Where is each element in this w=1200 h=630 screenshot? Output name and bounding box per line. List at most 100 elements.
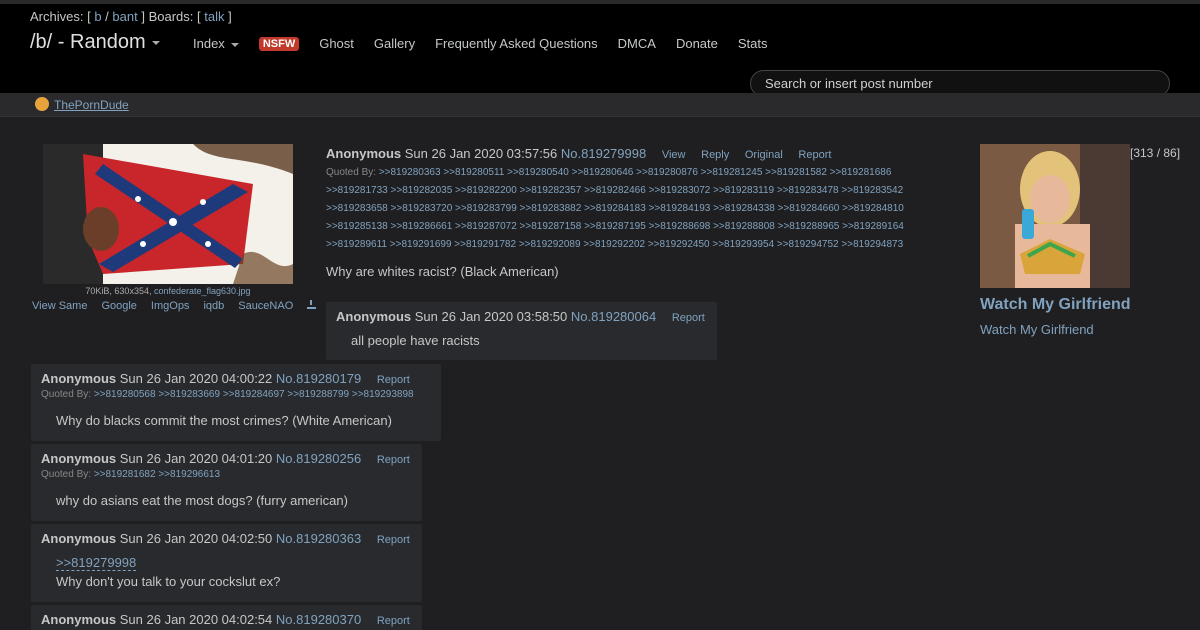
quoted-by-links[interactable]: >>819281682 >>819296613: [94, 469, 220, 480]
quoted-by-link[interactable]: >>819280511: [443, 167, 507, 178]
view-same-link[interactable]: View Same: [32, 300, 87, 312]
board-title-dropdown[interactable]: /b/ - Random: [30, 31, 160, 54]
quoted-by-link[interactable]: >>819291782: [454, 239, 519, 250]
saucenao-link[interactable]: SauceNAO: [238, 300, 293, 312]
quoted-by-links[interactable]: >>819280568 >>819283669 >>819284697 >>81…: [94, 389, 414, 400]
post-number-link[interactable]: No.819280363: [276, 531, 361, 546]
quote-link[interactable]: >>819279998: [56, 555, 137, 571]
post-date: Sun 26 Jan 2020 04:02:50: [119, 531, 273, 546]
chevron-down-icon: [230, 42, 239, 47]
quoted-by-link[interactable]: >>819291699: [390, 239, 455, 250]
post-number-link[interactable]: No.819280064: [571, 309, 656, 324]
nsfw-badge: NSFW: [258, 36, 300, 51]
quoted-by-link[interactable]: >>819283720: [391, 203, 456, 214]
quoted-by-link[interactable]: >>819294873: [841, 239, 903, 250]
poster-name: Anonymous: [41, 371, 117, 386]
quoted-by: Quoted By: >>819280568 >>819283669 >>819…: [41, 389, 414, 400]
report-button[interactable]: Report: [377, 454, 410, 466]
ad-image[interactable]: [980, 144, 1130, 288]
quoted-by-link[interactable]: >>819285138: [326, 221, 391, 232]
google-link[interactable]: Google: [101, 300, 136, 312]
board-link-talk[interactable]: talk: [204, 9, 224, 24]
quoted-by-link[interactable]: >>819288965: [778, 221, 843, 232]
quoted-by-link[interactable]: >>819286661: [391, 221, 456, 232]
quoted-by-link[interactable]: >>819284660: [778, 203, 843, 214]
quoted-by-link[interactable]: >>819288698: [649, 221, 714, 232]
report-button[interactable]: Report: [798, 149, 831, 161]
report-button[interactable]: Report: [377, 534, 410, 546]
imgops-link[interactable]: ImgOps: [151, 300, 190, 312]
nav-gallery[interactable]: Gallery: [374, 36, 415, 51]
nav-faq[interactable]: Frequently Asked Questions: [435, 36, 598, 51]
post-date: Sun 26 Jan 2020 03:57:56: [404, 146, 558, 161]
op-post-header: Anonymous Sun 26 Jan 2020 03:57:56 No.81…: [326, 146, 831, 161]
view-button[interactable]: View: [662, 149, 686, 161]
top-navbar: Archives: [ b / bant ] Boards: [ talk ] …: [0, 0, 1200, 97]
post-date: Sun 26 Jan 2020 04:00:22: [119, 371, 273, 386]
report-button[interactable]: Report: [377, 374, 410, 386]
quoted-by-link[interactable]: >>819292450: [648, 239, 713, 250]
file-name-link[interactable]: confederate_flag630.jpg: [154, 286, 251, 296]
ad-subtitle-link[interactable]: Watch My Girlfriend: [980, 322, 1094, 337]
quoted-by-link[interactable]: >>819292202: [583, 239, 648, 250]
quoted-by-link[interactable]: >>819287158: [520, 221, 585, 232]
nav-dmca[interactable]: DMCA: [618, 36, 656, 51]
quoted-by-link[interactable]: >>819283882: [520, 203, 585, 214]
original-button[interactable]: Original: [745, 149, 783, 161]
post-number-link[interactable]: No.819280256: [276, 451, 361, 466]
poster-name: Anonymous: [41, 612, 117, 627]
ad-title-link[interactable]: Watch My Girlfriend: [980, 296, 1131, 314]
image-tools: View Same Google ImgOps iqdb SauceNAO: [32, 300, 317, 312]
archives-bar: Archives: [ b / bant ] Boards: [ talk ]: [30, 9, 232, 24]
nav-donate[interactable]: Donate: [676, 36, 718, 51]
quoted-by-link[interactable]: >>819280876: [636, 167, 701, 178]
op-thumbnail[interactable]: [43, 144, 293, 284]
nav-index-dropdown[interactable]: Index: [193, 36, 239, 51]
reply-button[interactable]: Reply: [701, 149, 729, 161]
nav-stats[interactable]: Stats: [738, 36, 768, 51]
post-number-link[interactable]: No.819279998: [561, 146, 646, 161]
poster-name: Anonymous: [41, 451, 117, 466]
quoted-by-link[interactable]: >>819280363: [379, 167, 444, 178]
nav-ghost[interactable]: Ghost: [319, 36, 354, 51]
post-number-link[interactable]: No.819280179: [276, 371, 361, 386]
quoted-by-link[interactable]: >>819284338: [713, 203, 778, 214]
quoted-by-link[interactable]: >>819284810: [842, 203, 904, 214]
quoted-by-link[interactable]: >>819289164: [842, 221, 904, 232]
quoted-by-link[interactable]: >>819283119: [713, 185, 777, 196]
quoted-by-link[interactable]: >>819283072: [649, 185, 714, 196]
quoted-by-link[interactable]: >>819283542: [841, 185, 903, 196]
sponsor-link[interactable]: ThePornDude: [35, 97, 129, 112]
quoted-by-link[interactable]: >>819283799: [455, 203, 520, 214]
quoted-by-link[interactable]: >>819288808: [713, 221, 778, 232]
archive-link-b[interactable]: b: [94, 9, 101, 24]
post-number-link[interactable]: No.819280370: [276, 612, 361, 627]
quoted-by-link[interactable]: >>819292089: [519, 239, 584, 250]
quoted-by-link[interactable]: >>819287072: [455, 221, 520, 232]
iqdb-link[interactable]: iqdb: [203, 300, 224, 312]
download-icon[interactable]: [307, 300, 317, 309]
quoted-by-link[interactable]: >>819280646: [572, 167, 637, 178]
reply-post: Anonymous Sun 26 Jan 2020 04:02:50 No.81…: [31, 524, 422, 602]
quoted-by-link[interactable]: >>819282200: [455, 185, 520, 196]
quoted-by-link[interactable]: >>819282357: [520, 185, 585, 196]
archive-link-bant[interactable]: bant: [112, 9, 137, 24]
quoted-by-link[interactable]: >>819280540: [507, 167, 572, 178]
report-button[interactable]: Report: [377, 615, 410, 627]
quoted-by-link[interactable]: >>819281582: [765, 167, 830, 178]
quoted-by-link[interactable]: >>819289611: [326, 239, 390, 250]
quoted-by-link[interactable]: >>819283658: [326, 203, 391, 214]
quoted-by-link[interactable]: >>819281245: [701, 167, 766, 178]
quoted-by-link[interactable]: >>819284183: [584, 203, 649, 214]
quoted-by-link[interactable]: >>819281733: [326, 185, 391, 196]
quoted-by-link[interactable]: >>819283478: [777, 185, 842, 196]
report-button[interactable]: Report: [672, 312, 705, 324]
quoted-by-link[interactable]: >>819293954: [712, 239, 777, 250]
reply-post: Anonymous Sun 26 Jan 2020 03:58:50 No.81…: [326, 302, 717, 360]
quoted-by-link[interactable]: >>819287195: [584, 221, 649, 232]
quoted-by-link[interactable]: >>819294752: [777, 239, 842, 250]
quoted-by-link[interactable]: >>819281686: [830, 167, 892, 178]
quoted-by-link[interactable]: >>819282035: [391, 185, 456, 196]
quoted-by-link[interactable]: >>819284193: [649, 203, 714, 214]
quoted-by-link[interactable]: >>819282466: [584, 185, 649, 196]
